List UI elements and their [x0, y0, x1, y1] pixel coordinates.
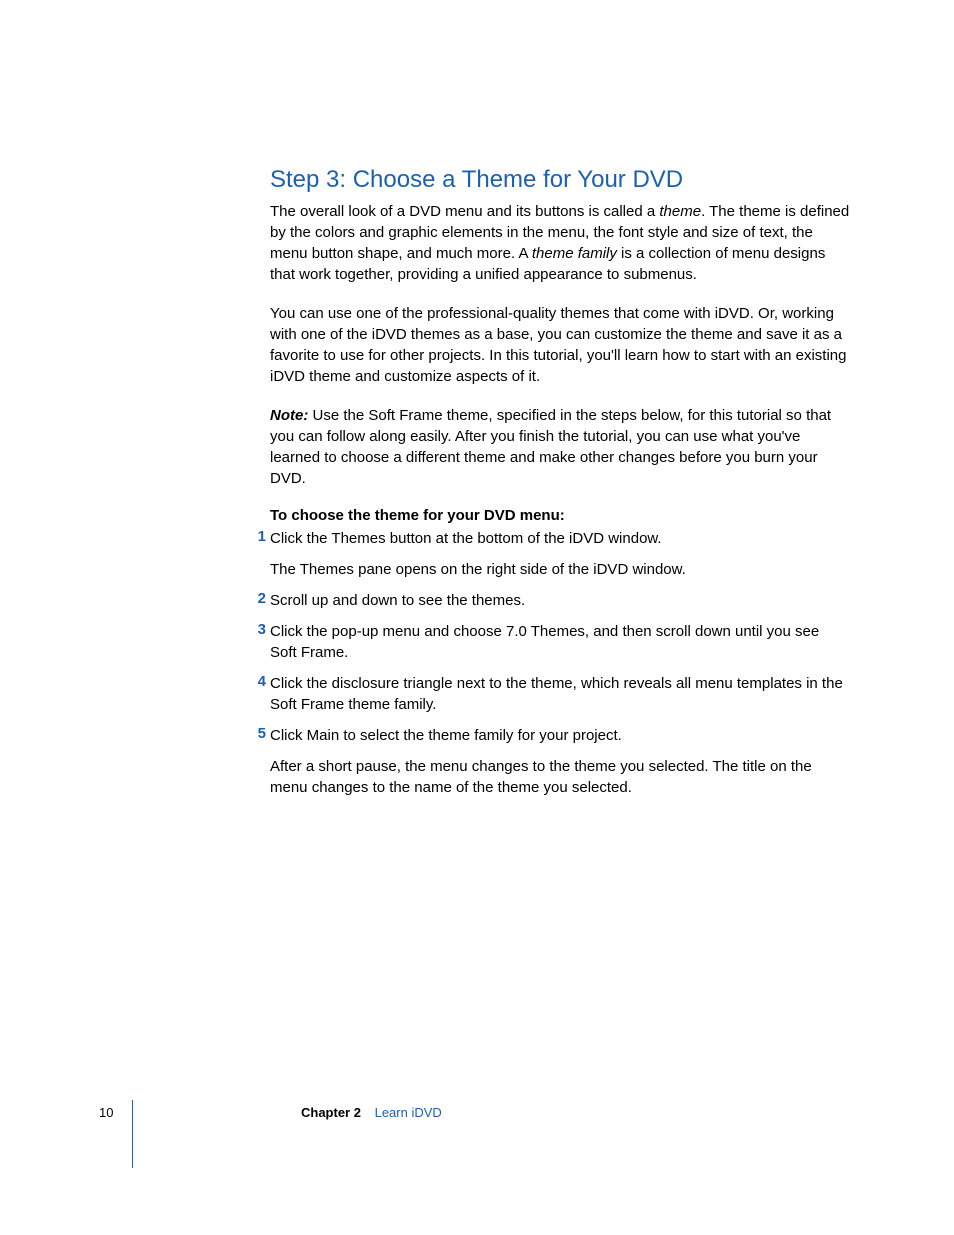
step-3: 3 Click the pop-up menu and choose 7.0 T… [270, 621, 850, 663]
paragraph-3-note: Note: Use the Soft Frame theme, specifie… [270, 405, 850, 489]
step-text: After a short pause, the menu changes to… [270, 756, 850, 798]
note-text: Use the Soft Frame theme, specified in t… [270, 407, 831, 487]
step-text: Scroll up and down to see the themes. [270, 590, 850, 611]
p1-text-a: The overall look of a DVD menu and its b… [270, 203, 659, 220]
step-text: Click the Themes button at the bottom of… [270, 528, 850, 549]
paragraph-2: You can use one of the professional-qual… [270, 303, 850, 387]
step-4: 4 Click the disclosure triangle next to … [270, 673, 850, 715]
p1-italic-theme: theme [659, 203, 701, 220]
step-2: 2 Scroll up and down to see the themes. [270, 590, 850, 611]
step-number: 3 [252, 621, 266, 638]
content-column: Step 3: Choose a Theme for Your DVD The … [270, 165, 850, 798]
note-label: Note: [270, 407, 308, 424]
page-number: 10 [99, 1105, 129, 1120]
step-5: 5 Click Main to select the theme family … [270, 725, 850, 798]
step-1: 1 Click the Themes button at the bottom … [270, 528, 850, 580]
steps-heading: To choose the theme for your DVD menu: [270, 507, 850, 524]
step-list: 1 Click the Themes button at the bottom … [270, 528, 850, 798]
page-footer: 10 Chapter 2 Learn iDVD [99, 1105, 442, 1120]
step-text: Click Main to select the theme family fo… [270, 725, 850, 746]
step-number: 5 [252, 725, 266, 742]
chapter-label: Chapter 2 [301, 1105, 361, 1120]
section-heading: Step 3: Choose a Theme for Your DVD [270, 165, 850, 195]
step-text: The Themes pane opens on the right side … [270, 559, 850, 580]
step-number: 1 [252, 528, 266, 545]
page: Step 3: Choose a Theme for Your DVD The … [0, 0, 954, 1235]
step-text: Click the pop-up menu and choose 7.0 The… [270, 621, 850, 663]
footer-chapter: Chapter 2 Learn iDVD [301, 1105, 442, 1120]
paragraph-1: The overall look of a DVD menu and its b… [270, 201, 850, 285]
step-text: Click the disclosure triangle next to th… [270, 673, 850, 715]
step-number: 4 [252, 673, 266, 690]
step-number: 2 [252, 590, 266, 607]
p1-italic-theme-family: theme family [532, 245, 617, 262]
chapter-title: Learn iDVD [375, 1105, 442, 1120]
footer-rule [132, 1100, 133, 1168]
